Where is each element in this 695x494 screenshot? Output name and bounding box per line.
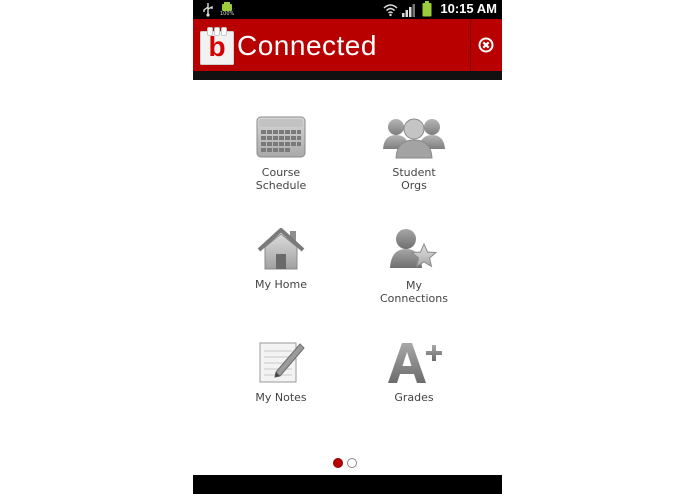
student-orgs-label: Student Orgs [392,166,436,192]
header-shadow-bar [193,71,502,80]
course-schedule-label: Course Schedule [255,166,307,192]
status-time: 10:15 AM [440,1,497,16]
my-connections-tile[interactable]: My Connections [359,226,469,308]
my-home-label: My Home [255,278,307,291]
page-indicator [333,458,363,468]
grades-tile[interactable]: Grades [359,338,469,408]
page-dot-inactive[interactable] [347,458,357,468]
notepad-icon [256,340,306,388]
my-notes-tile[interactable]: My Notes [226,338,336,408]
bottom-bar [193,475,502,494]
close-button[interactable] [471,19,502,71]
battery-icon [422,1,432,21]
calendar-icon [256,116,306,162]
app-logo: b [200,27,234,65]
logo-letter: b [208,31,226,62]
grades-label: Grades [394,391,434,404]
person-star-icon [389,228,439,276]
app-title: Connected [237,30,377,61]
battery-percent-badge: 100% [220,11,235,17]
my-connections-label: My Connections [380,279,448,305]
group-icon [382,115,446,163]
student-orgs-tile[interactable]: Student Orgs [359,112,469,194]
phone-screen: 100% 10:15 AM b Connected Course Schedul… [193,0,502,494]
home-icon [257,227,305,275]
status-bar: 100% 10:15 AM [193,0,502,19]
page-dot-active[interactable] [333,458,343,468]
app-header: b Connected [193,19,502,71]
grade-a-plus-icon [386,339,442,389]
my-home-tile[interactable]: My Home [226,226,336,296]
course-schedule-tile[interactable]: Course Schedule [226,112,336,194]
my-notes-label: My Notes [255,391,307,404]
close-circle-icon [478,37,494,53]
